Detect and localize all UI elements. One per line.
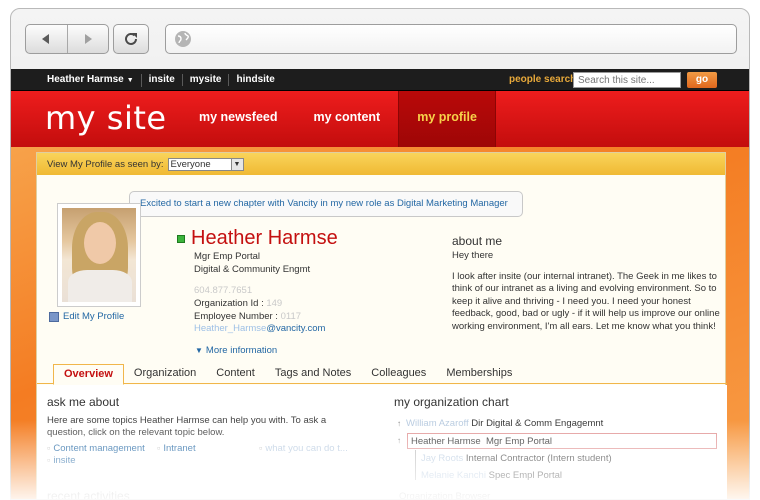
about-me-subheading: Hey there bbox=[452, 250, 494, 261]
forward-arrow-icon bbox=[84, 34, 92, 44]
user-menu[interactable]: Heather Harmse ▼ bbox=[47, 73, 142, 87]
tab-overview[interactable]: Overview bbox=[53, 364, 124, 385]
chevron-down-icon: ▼ bbox=[195, 346, 203, 355]
globe-icon bbox=[175, 31, 191, 47]
site-header: my site my newsfeed my content my profil… bbox=[11, 91, 749, 147]
tab-content[interactable]: Content bbox=[206, 364, 265, 384]
forward-button[interactable] bbox=[66, 25, 109, 53]
ask-me-about-heading: ask me about bbox=[47, 395, 120, 409]
people-search-label[interactable]: people search bbox=[509, 74, 576, 85]
edit-profile-link[interactable]: Edit My Profile bbox=[49, 311, 124, 322]
view-as-select[interactable]: Everyone ▼ bbox=[167, 157, 244, 171]
browser-window: Heather Harmse ▼ insite mysite hindsite p… bbox=[10, 8, 750, 500]
profile-photo bbox=[57, 203, 141, 307]
organization-browser-link[interactable]: Organization Browser bbox=[399, 491, 490, 499]
caret-down-icon: ▼ bbox=[126, 76, 134, 84]
employee-number-row: Employee Number : 0117 bbox=[194, 311, 302, 322]
org-report-row[interactable]: Melanie Kanchi Spec Empl Portal bbox=[421, 470, 562, 481]
about-me-heading: about me bbox=[452, 234, 503, 248]
sharepoint-topbar: Heather Harmse ▼ insite mysite hindsite p… bbox=[11, 69, 749, 91]
topic-link[interactable]: ▫ Content management bbox=[47, 443, 145, 455]
profile-details: Mgr Emp Portal Digital & Community Engmt… bbox=[194, 250, 310, 323]
topic-link[interactable]: ▫ Intranet bbox=[157, 443, 196, 455]
org-chart-heading: my organization chart bbox=[394, 395, 509, 409]
org-manager-row[interactable]: ↑ William Azaroff Dir Digital & Comm Enga… bbox=[397, 418, 603, 429]
history-nav bbox=[25, 24, 109, 54]
back-arrow-icon bbox=[42, 34, 50, 44]
link-hindsite[interactable]: hindsite bbox=[229, 74, 281, 86]
profile-panel: View My Profile as seen by: Everyone ▼ E… bbox=[36, 152, 727, 500]
main-nav: my newsfeed my content my profile bbox=[181, 91, 496, 147]
link-mysite[interactable]: mysite bbox=[183, 74, 230, 86]
view-as-label: View My Profile as seen by: bbox=[47, 158, 164, 170]
department: Digital & Community Engmt bbox=[194, 264, 311, 275]
view-as-selected: Everyone bbox=[170, 158, 211, 170]
tab-colleagues[interactable]: Colleagues bbox=[361, 364, 436, 384]
tab-my-content[interactable]: my content bbox=[296, 91, 399, 147]
address-bar[interactable] bbox=[165, 24, 737, 54]
email-link[interactable]: Heather_Harmse@vancity.com bbox=[194, 323, 325, 334]
presence-status-icon bbox=[177, 235, 185, 243]
dropdown-arrow-icon[interactable]: ▼ bbox=[230, 158, 243, 170]
recent-activities-heading: recent activities bbox=[47, 489, 130, 500]
status-message[interactable]: Excited to start a new chapter with Vanc… bbox=[129, 191, 523, 217]
org-id-row: Organization Id : 149 bbox=[194, 298, 283, 309]
global-links: Heather Harmse ▼ insite mysite hindsite bbox=[47, 69, 282, 91]
view-as-bar: View My Profile as seen by: Everyone ▼ bbox=[37, 153, 725, 175]
tab-my-newsfeed[interactable]: my newsfeed bbox=[181, 91, 296, 147]
edit-profile-label: Edit My Profile bbox=[63, 311, 125, 322]
about-me-text: I look after insite (our internal intran… bbox=[452, 271, 720, 332]
org-report-row[interactable]: Jay Roots Internal Contractor (Intern st… bbox=[421, 453, 612, 464]
more-information-link[interactable]: ▼ More information bbox=[195, 345, 277, 356]
org-self-row[interactable]: Heather Harmse Mgr Emp Portal bbox=[407, 433, 717, 449]
site-search-input[interactable] bbox=[573, 72, 681, 88]
edit-profile-icon bbox=[49, 311, 59, 322]
tab-memberships[interactable]: Memberships bbox=[436, 364, 522, 384]
tab-organization[interactable]: Organization bbox=[124, 364, 206, 384]
job-title: Mgr Emp Portal bbox=[194, 251, 260, 262]
tab-tags-and-notes[interactable]: Tags and Notes bbox=[265, 364, 361, 384]
reload-button[interactable] bbox=[113, 24, 149, 54]
back-button[interactable] bbox=[26, 25, 67, 53]
profile-tabs: Overview Organization Content Tags and N… bbox=[37, 364, 727, 385]
topic-link[interactable]: ▫ insite bbox=[47, 455, 76, 467]
link-insite[interactable]: insite bbox=[142, 74, 183, 86]
browser-toolbar bbox=[11, 9, 749, 69]
topic-link[interactable]: ▫ what you can do t... bbox=[259, 443, 348, 455]
phone-number: 604.877.7651 bbox=[194, 285, 253, 296]
site-title: my site bbox=[45, 99, 167, 137]
profile-photo-image bbox=[62, 208, 136, 302]
ask-me-about-text: Here are some topics Heather Harmse can … bbox=[47, 415, 327, 438]
profile-name: Heather Harmse bbox=[191, 227, 338, 249]
overview-content: ask me about Here are some topics Heathe… bbox=[37, 385, 727, 500]
reload-icon bbox=[125, 32, 137, 45]
arrow-up-icon: ↑ bbox=[397, 436, 401, 445]
arrow-up-icon: ↑ bbox=[397, 419, 401, 428]
org-connector bbox=[415, 450, 416, 480]
tab-my-profile[interactable]: my profile bbox=[398, 91, 496, 147]
search-go-button[interactable]: go bbox=[687, 72, 717, 88]
